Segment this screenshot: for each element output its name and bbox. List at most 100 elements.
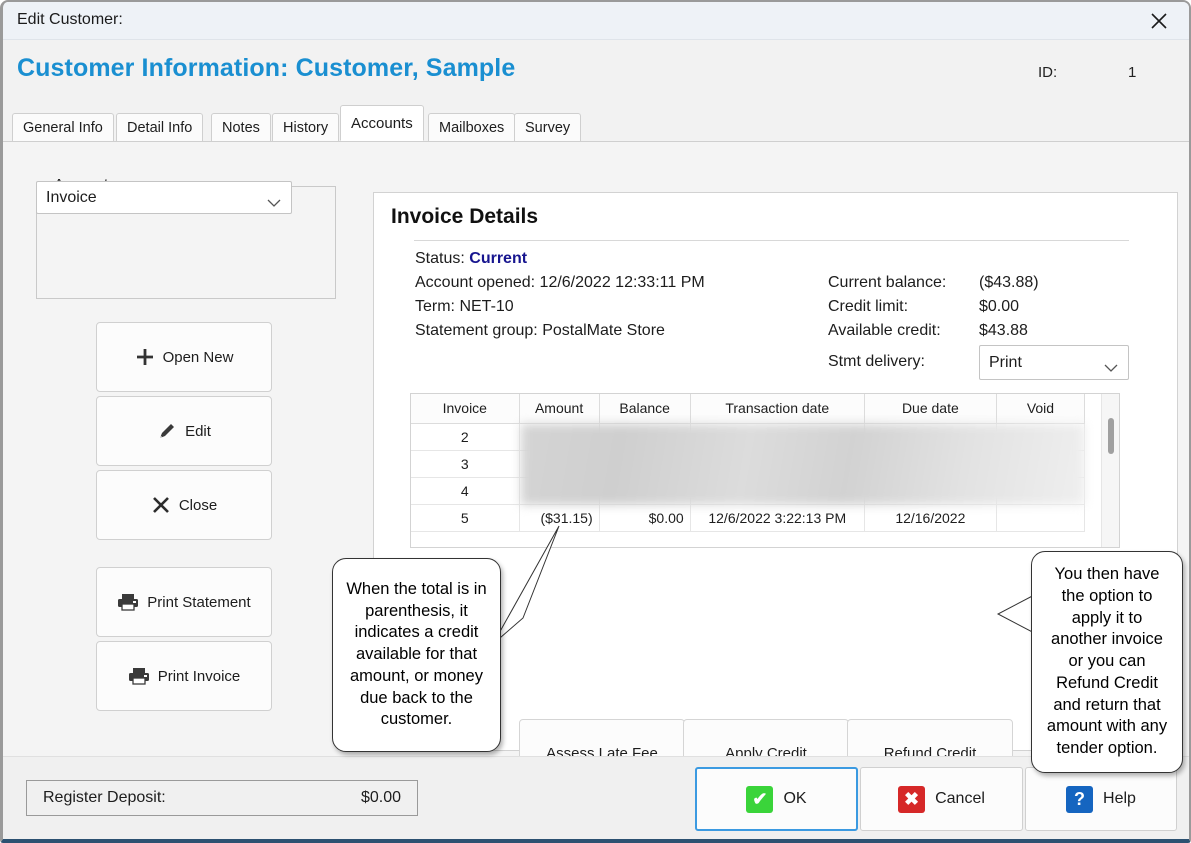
account-name-value: Invoice — [46, 188, 97, 206]
chevron-down-icon — [1104, 359, 1118, 372]
cell-due-date — [864, 477, 997, 505]
cell-invoice: 4 — [411, 477, 520, 505]
page-title: Customer Information: Customer, Sample — [17, 54, 516, 82]
callout-credit-explanation: When the total is in parenthesis, it ind… — [332, 558, 501, 752]
cell-transaction-date — [690, 450, 865, 478]
account-opened: Account opened: 12/6/2022 12:33:11 PM — [415, 274, 705, 291]
cell-balance — [599, 423, 691, 451]
printer-icon — [117, 592, 139, 612]
print-invoice-label: Print Invoice — [157, 667, 241, 685]
current-balance-label: Current balance: — [828, 274, 947, 291]
table-header-row: Invoice Amount Balance Transaction date … — [411, 394, 1086, 424]
print-invoice-button[interactable]: Print Invoice — [96, 641, 272, 711]
x-mark-icon: ✖ — [898, 785, 926, 813]
col-transaction-date[interactable]: Transaction date — [690, 394, 865, 424]
page-header: Customer Information: Customer, Sample I… — [3, 40, 1189, 106]
invoice-table-element: Invoice Amount Balance Transaction date … — [411, 394, 1086, 532]
col-amount[interactable]: Amount — [519, 394, 600, 424]
divider — [414, 240, 1129, 241]
cell-balance: $0.00 — [599, 504, 691, 532]
open-new-button[interactable]: Open New — [96, 322, 272, 392]
cell-void — [996, 504, 1086, 532]
cell-invoice: 3 — [411, 450, 520, 478]
print-statement-label: Print Statement — [147, 593, 251, 611]
table-scrollbar[interactable] — [1101, 394, 1119, 547]
print-statement-button[interactable]: Print Statement — [96, 567, 272, 637]
stmt-delivery-label: Stmt delivery: — [828, 353, 925, 370]
cell-due-date — [864, 450, 997, 478]
tab-bar: General Info Detail Info Notes History A… — [3, 105, 1189, 142]
help-label: Help — [1103, 790, 1136, 807]
cell-invoice: 2 — [411, 423, 520, 451]
cell-amount — [519, 477, 600, 505]
help-button[interactable]: ? Help — [1025, 767, 1177, 831]
tab-mailboxes[interactable]: Mailboxes — [428, 113, 516, 141]
accounts-tab-panel: Account name Invoice Open New Edit Clo — [3, 142, 1189, 839]
cell-amount — [519, 450, 600, 478]
col-balance[interactable]: Balance — [599, 394, 691, 424]
available-credit-label: Available credit: — [828, 322, 941, 339]
register-deposit-field: Register Deposit: $0.00 — [26, 780, 418, 816]
col-invoice[interactable]: Invoice — [411, 394, 520, 424]
window-titlebar: Edit Customer: — [3, 2, 1189, 40]
tab-accounts[interactable]: Accounts — [340, 105, 424, 141]
stmt-delivery-select[interactable]: Print — [979, 345, 1129, 380]
table-row[interactable]: 3 — [411, 450, 1086, 478]
tab-general-info[interactable]: General Info — [12, 113, 114, 141]
cell-void — [996, 423, 1086, 451]
cell-void — [996, 450, 1086, 478]
edit-customer-window: Edit Customer: Customer Information: Cus… — [0, 0, 1191, 843]
open-new-label: Open New — [162, 348, 234, 366]
tab-notes[interactable]: Notes — [211, 113, 271, 141]
account-name-select[interactable]: Invoice — [36, 181, 292, 214]
plus-icon — [135, 347, 155, 367]
col-due-date[interactable]: Due date — [864, 394, 997, 424]
cell-amount — [519, 423, 600, 451]
cell-balance — [599, 450, 691, 478]
col-void[interactable]: Void — [996, 394, 1086, 424]
table-row[interactable]: 2 — [411, 423, 1086, 451]
cell-transaction-date — [690, 477, 865, 505]
cell-transaction-date — [690, 423, 865, 451]
statement-group: Statement group: PostalMate Store — [415, 322, 665, 339]
close-account-button[interactable]: Close — [96, 470, 272, 540]
current-balance-value: ($43.88) — [979, 274, 1039, 291]
cell-balance — [599, 477, 691, 505]
pencil-icon — [157, 421, 177, 441]
ok-button[interactable]: ✔ OK — [695, 767, 858, 831]
question-mark-icon: ? — [1066, 785, 1094, 813]
invoice-status: Status: Current — [415, 250, 527, 268]
available-credit-value: $43.88 — [979, 322, 1028, 339]
printer-icon — [128, 666, 150, 686]
checkmark-icon: ✔ — [746, 785, 774, 813]
tab-survey[interactable]: Survey — [514, 113, 582, 141]
customer-id-label: ID: — [1038, 64, 1058, 81]
chevron-down-icon — [267, 194, 281, 207]
dialog-footer: Register Deposit: $0.00 ✔ OK ✖ Cancel ? … — [3, 756, 1189, 839]
close-account-label: Close — [178, 496, 218, 514]
tab-detail-info[interactable]: Detail Info — [116, 113, 204, 141]
ok-label: OK — [783, 790, 807, 807]
callout-refund-explanation: You then have the option to apply it to … — [1031, 551, 1183, 773]
table-row[interactable]: 4 — [411, 477, 1086, 505]
cell-due-date — [864, 423, 997, 451]
edit-label: Edit — [185, 422, 211, 440]
invoice-details-title: Invoice Details — [391, 205, 539, 228]
scrollbar-thumb[interactable] — [1108, 418, 1114, 454]
cancel-label: Cancel — [935, 790, 985, 807]
stmt-delivery-value: Print — [989, 353, 1022, 371]
status-badge: Current — [469, 250, 528, 267]
credit-limit-label: Credit limit: — [828, 298, 909, 315]
close-icon[interactable] — [1137, 6, 1181, 36]
window-title: Edit Customer: — [17, 11, 123, 28]
status-label: Status: — [415, 250, 465, 267]
term: Term: NET-10 — [415, 298, 514, 315]
cell-due-date: 12/16/2022 — [864, 504, 997, 532]
credit-limit-value: $0.00 — [979, 298, 1020, 315]
tab-history[interactable]: History — [272, 113, 340, 141]
cell-void — [996, 477, 1086, 505]
edit-button[interactable]: Edit — [96, 396, 272, 466]
register-deposit-value: $0.00 — [360, 789, 401, 806]
customer-id-value: 1 — [1128, 64, 1137, 81]
cancel-button[interactable]: ✖ Cancel — [860, 767, 1023, 831]
